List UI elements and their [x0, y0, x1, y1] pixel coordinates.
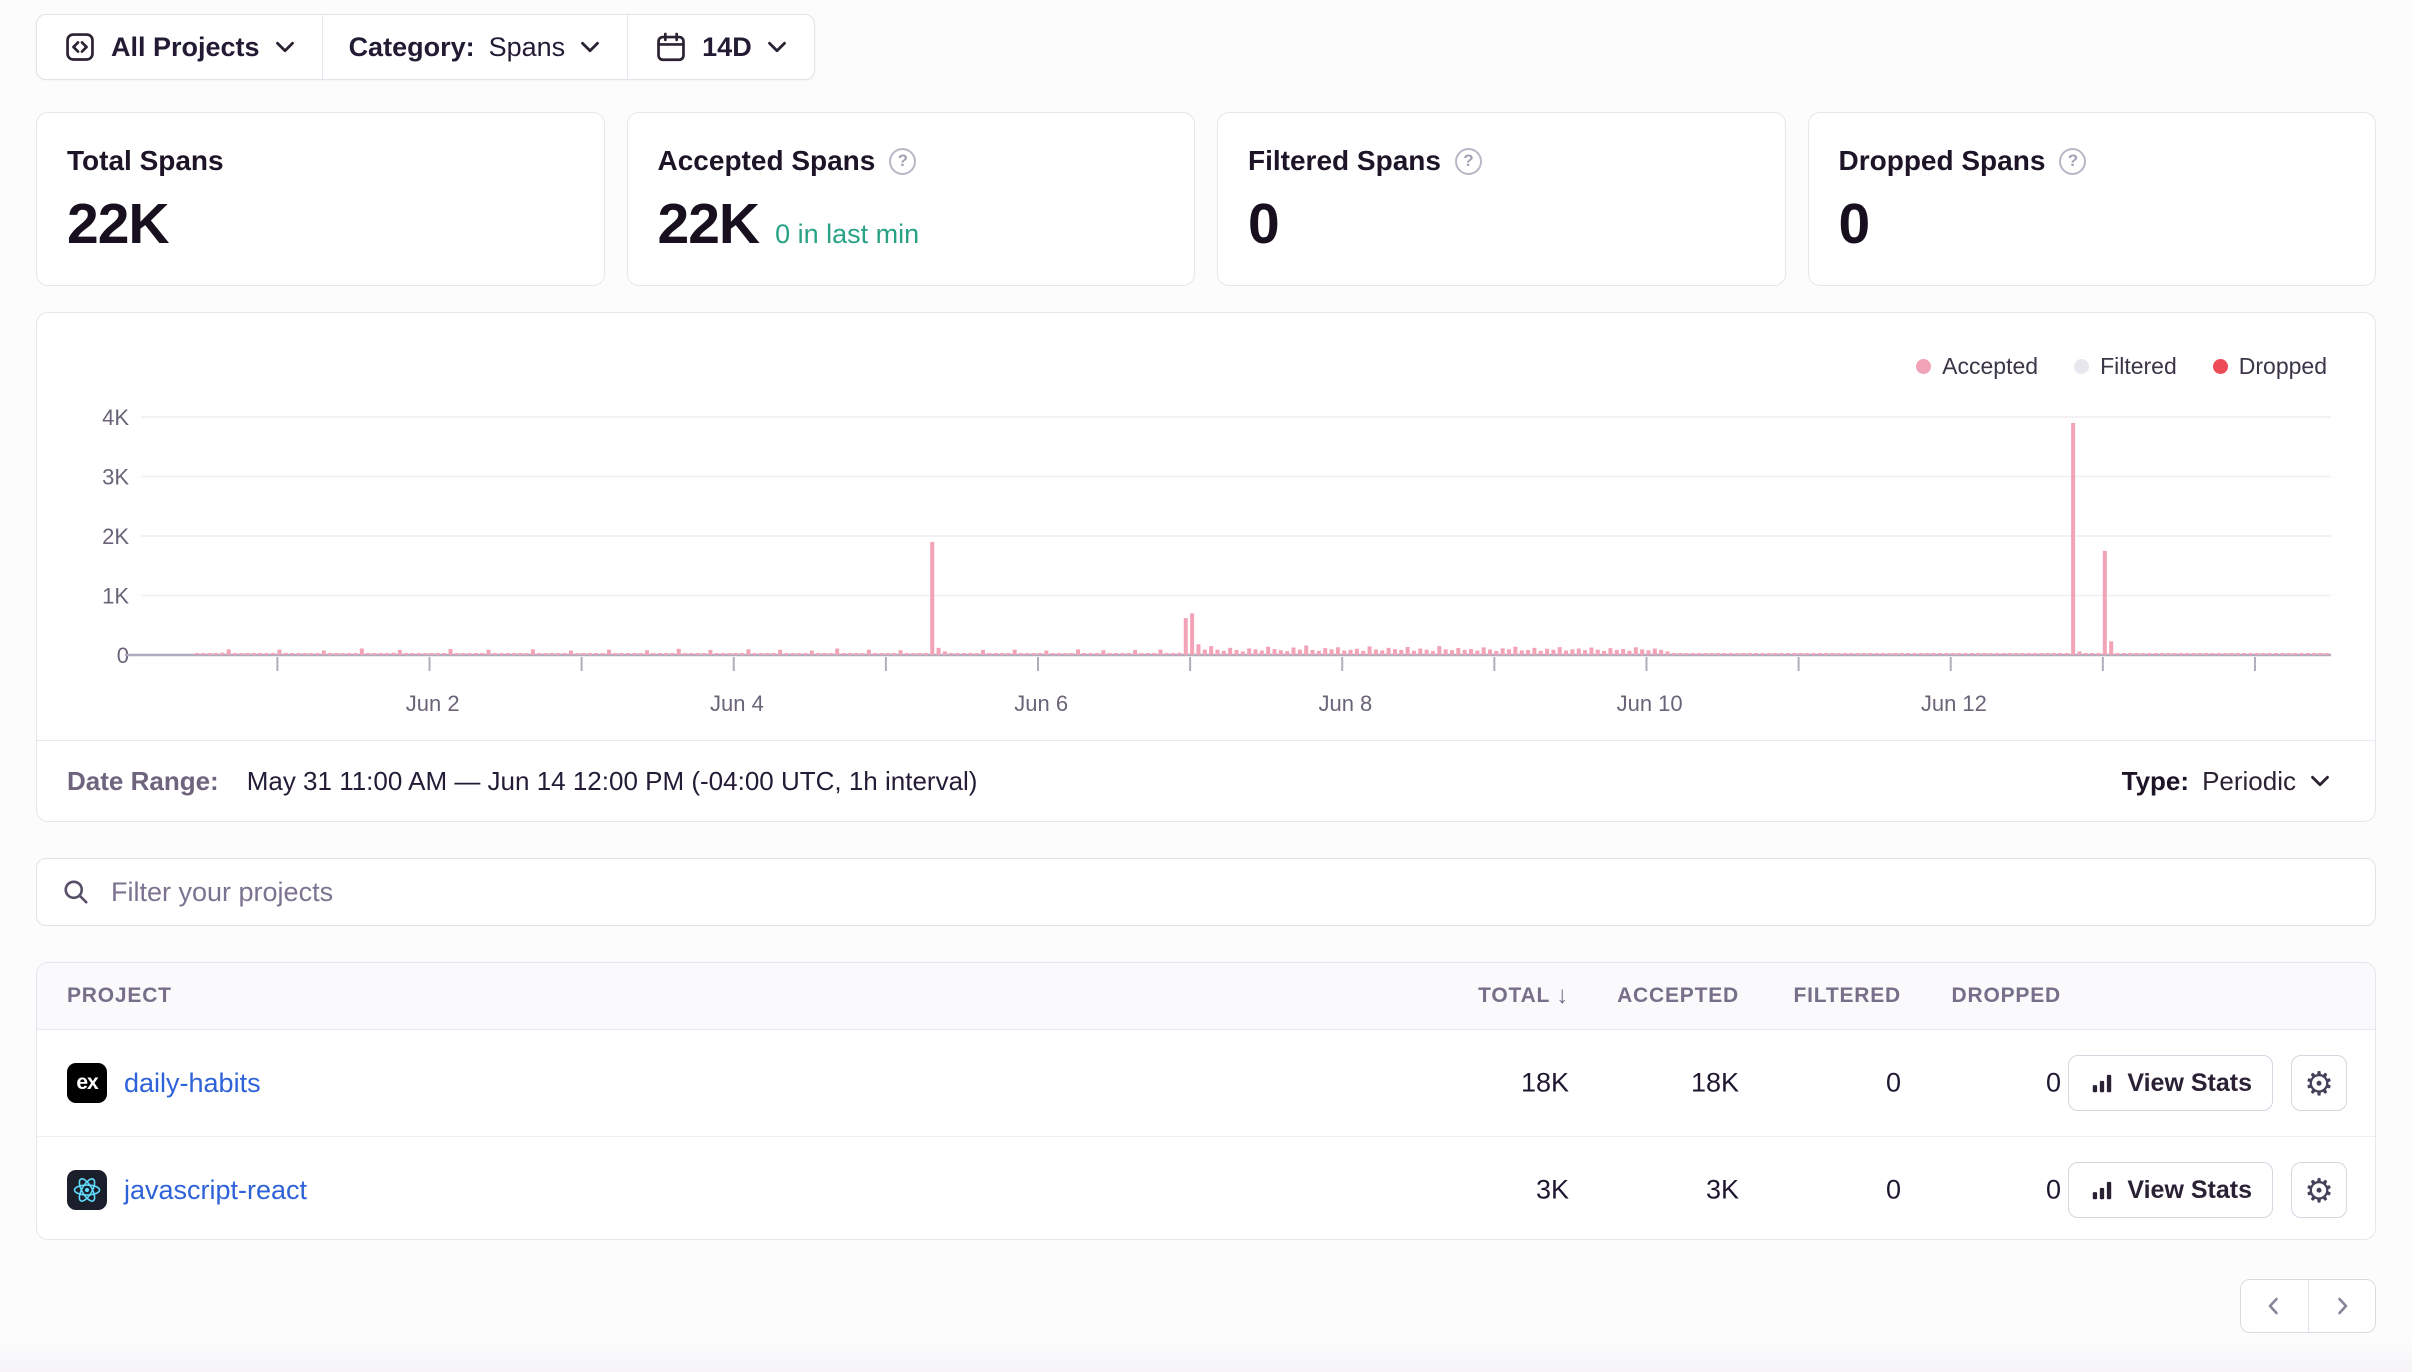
date-range-value: May 31 11:00 AM — Jun 14 12:00 PM (-04:0… [247, 766, 978, 797]
column-header-filtered[interactable]: FILTERED [1793, 984, 1901, 1008]
gear-icon: ⚙ [2304, 1064, 2334, 1103]
calendar-icon [654, 30, 688, 64]
previous-page-button[interactable] [2241, 1280, 2308, 1332]
card-title: Dropped Spans [1839, 145, 2046, 177]
stats-page: All Projects Category: Spans 14D Total S… [0, 0, 2412, 1372]
spans-chart-card: Accepted Filtered Dropped 01K2K3K4KJun 2… [36, 312, 2376, 822]
card-title: Total Spans [67, 145, 224, 177]
type-value: Periodic [2202, 766, 2296, 797]
total-spans-card: Total Spans 22K [36, 112, 605, 286]
accepted-spans-card: Accepted Spans ? 22K 0 in last min [627, 112, 1196, 286]
svg-text:1K: 1K [102, 584, 129, 609]
svg-text:Jun 2: Jun 2 [406, 691, 460, 716]
spans-bar-chart: 01K2K3K4KJun 2Jun 4Jun 6Jun 8Jun 10Jun 1… [37, 313, 2377, 743]
search-icon [61, 877, 91, 907]
projects-icon [63, 30, 97, 64]
date-range: Date Range: May 31 11:00 AM — Jun 14 12:… [67, 766, 977, 797]
card-title: Filtered Spans [1248, 145, 1441, 177]
project-filter-dropdown[interactable]: All Projects [37, 15, 322, 79]
table-row: javascript-react 3K 3K 0 0 View Stats ⚙ [37, 1137, 2375, 1240]
svg-text:4K: 4K [102, 405, 129, 430]
svg-text:Jun 10: Jun 10 [1617, 691, 1683, 716]
project-link-javascript-react[interactable]: javascript-react [124, 1175, 307, 1206]
type-label: Type: [2122, 766, 2189, 797]
filtered-spans-card: Filtered Spans ? 0 [1217, 112, 1786, 286]
gear-icon: ⚙ [2304, 1171, 2334, 1210]
period-value: 14D [702, 32, 752, 63]
chevron-down-icon [2309, 774, 2331, 789]
accepted-value: 18K [1691, 1068, 1739, 1099]
view-stats-button[interactable]: View Stats [2068, 1162, 2273, 1218]
type-dropdown[interactable]: Type: Periodic [2122, 766, 2331, 797]
card-value: 0 [1839, 191, 1870, 257]
project-link-daily-habits[interactable]: daily-habits [124, 1068, 261, 1099]
next-page-button[interactable] [2308, 1280, 2376, 1332]
table-row: ex daily-habits 18K 18K 0 0 View Stats ⚙ [37, 1030, 2375, 1137]
sort-desc-icon: ↓ [1556, 982, 1569, 1010]
total-value: 18K [1521, 1068, 1569, 1099]
expo-platform-icon: ex [67, 1063, 107, 1103]
filter-bar: All Projects Category: Spans 14D [36, 14, 815, 80]
project-search-bar [36, 858, 2376, 926]
svg-text:Jun 4: Jun 4 [710, 691, 764, 716]
card-value: 22K [67, 191, 169, 257]
filtered-value: 0 [1886, 1068, 1901, 1099]
svg-text:Jun 12: Jun 12 [1921, 691, 1987, 716]
chevron-right-icon [2330, 1294, 2354, 1318]
view-stats-button[interactable]: View Stats [2068, 1055, 2273, 1111]
chevron-down-icon [766, 40, 788, 55]
card-value: 22K [658, 191, 760, 257]
column-header-project[interactable]: PROJECT [67, 984, 172, 1008]
svg-text:Jun 8: Jun 8 [1318, 691, 1372, 716]
dropped-spans-card: Dropped Spans ? 0 [1808, 112, 2377, 286]
chart-footer: Date Range: May 31 11:00 AM — Jun 14 12:… [37, 740, 2375, 821]
help-icon[interactable]: ? [889, 148, 916, 175]
category-value: Spans [489, 32, 566, 63]
table-header: PROJECT TOTAL ↓ ACCEPTED FILTERED DROPPE… [37, 963, 2375, 1030]
pagination [2240, 1279, 2376, 1333]
card-title: Accepted Spans [658, 145, 876, 177]
dropped-value: 0 [2046, 1175, 2061, 1206]
view-stats-label: View Stats [2127, 1176, 2252, 1205]
dropped-value: 0 [2046, 1068, 2061, 1099]
filtered-value: 0 [1886, 1175, 1901, 1206]
column-header-total[interactable]: TOTAL ↓ [1478, 982, 1569, 1010]
project-settings-button[interactable]: ⚙ [2291, 1055, 2347, 1111]
svg-text:2K: 2K [102, 524, 129, 549]
total-value: 3K [1536, 1175, 1569, 1206]
svg-text:3K: 3K [102, 465, 129, 490]
accepted-value: 3K [1706, 1175, 1739, 1206]
projects-table: PROJECT TOTAL ↓ ACCEPTED FILTERED DROPPE… [36, 962, 2376, 1240]
card-value: 0 [1248, 191, 1279, 257]
date-period-dropdown[interactable]: 14D [627, 15, 814, 79]
chevron-down-icon [274, 40, 296, 55]
column-header-dropped[interactable]: DROPPED [1952, 984, 2061, 1008]
bar-chart-icon [2089, 1177, 2115, 1203]
category-label: Category: [349, 32, 475, 63]
bar-chart-icon [2089, 1070, 2115, 1096]
category-dropdown[interactable]: Category: Spans [322, 15, 628, 79]
chevron-left-icon [2262, 1294, 2286, 1318]
svg-text:Jun 6: Jun 6 [1014, 691, 1068, 716]
card-subtext: 0 in last min [775, 219, 919, 250]
chevron-down-icon [579, 40, 601, 55]
search-input[interactable] [109, 876, 2351, 909]
column-header-accepted[interactable]: ACCEPTED [1617, 984, 1739, 1008]
date-range-label: Date Range: [67, 766, 219, 797]
stat-cards-row: Total Spans 22K Accepted Spans ? 22K 0 i… [36, 112, 2376, 286]
column-header-total-label: TOTAL [1478, 984, 1550, 1008]
project-filter-label: All Projects [111, 32, 260, 63]
view-stats-label: View Stats [2127, 1069, 2252, 1098]
help-icon[interactable]: ? [2059, 148, 2086, 175]
help-icon[interactable]: ? [1455, 148, 1482, 175]
page-bottom-fade [0, 1338, 2412, 1372]
project-settings-button[interactable]: ⚙ [2291, 1162, 2347, 1218]
react-platform-icon [67, 1170, 107, 1210]
